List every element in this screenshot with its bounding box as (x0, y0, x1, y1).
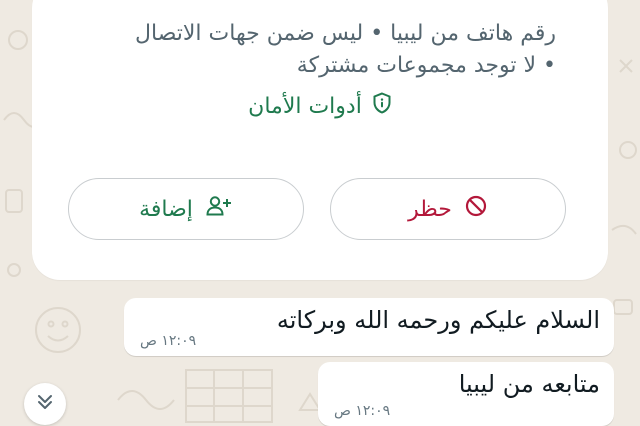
add-contact-label: إضافة (139, 196, 193, 222)
add-contact-button[interactable]: إضافة (68, 178, 304, 240)
block-button[interactable]: حظر (330, 178, 566, 240)
safety-tools-link[interactable]: أدوات الأمان (32, 92, 608, 120)
message-bubble-2[interactable]: متابعه من ليبيا ١٢:٠٩ ص (318, 362, 614, 426)
message-bubble-1[interactable]: السلام عليكم ورحمه الله وبركاته ١٢:٠٩ ص (124, 298, 614, 356)
scroll-to-bottom-button[interactable] (24, 383, 66, 425)
message-text: السلام عليكم ورحمه الله وبركاته (276, 306, 600, 334)
shield-icon (372, 92, 392, 120)
block-icon (464, 194, 488, 224)
add-contact-icon (205, 194, 233, 224)
contact-info-line-2: • لا توجد مجموعات مشتركة (296, 53, 556, 78)
double-chevron-down-icon (36, 393, 54, 415)
block-button-label: حظر (408, 196, 452, 222)
contact-info-card: رقم هاتف من ليبيا • ليس ضمن جهات الاتصال… (32, 0, 608, 280)
message-time: ١٢:٠٩ ص (334, 403, 391, 419)
safety-tools-label: أدوات الأمان (248, 93, 362, 119)
message-time: ١٢:٠٩ ص (140, 333, 197, 349)
contact-info-line-1: رقم هاتف من ليبيا • ليس ضمن جهات الاتصال (135, 21, 556, 46)
message-text: متابعه من ليبيا (458, 370, 600, 398)
